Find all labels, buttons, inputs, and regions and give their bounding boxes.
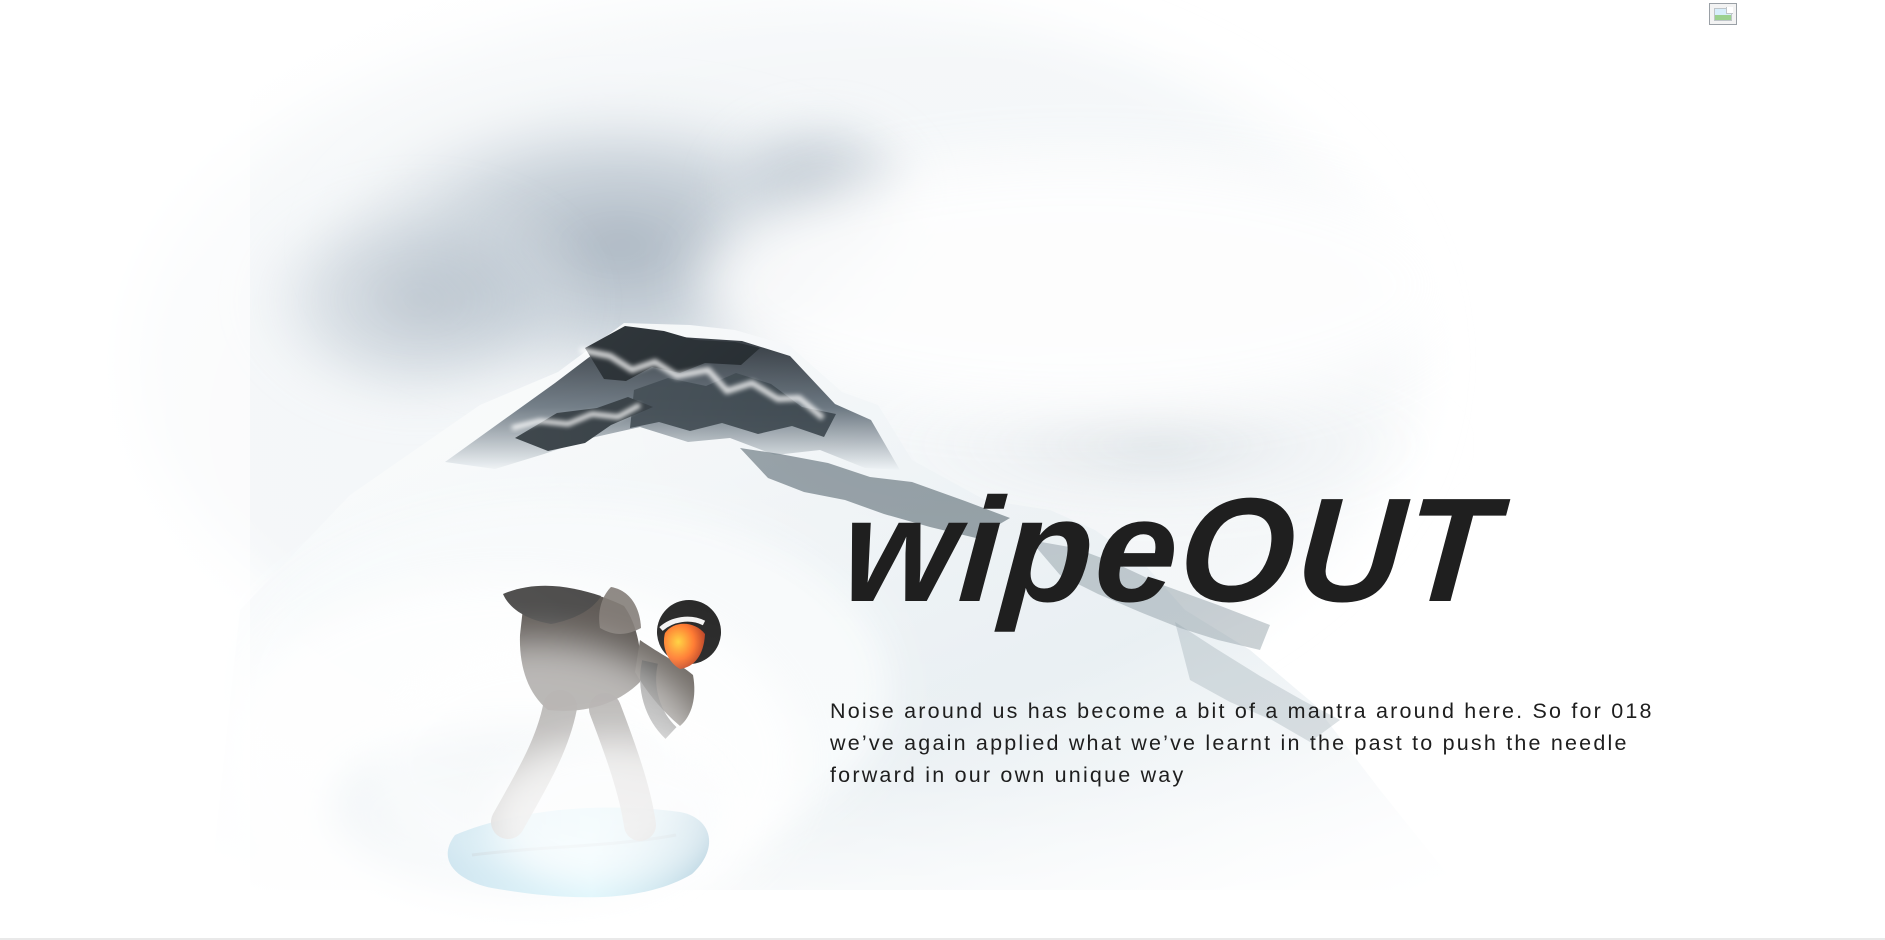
broken-image-icon — [1709, 3, 1737, 25]
page-title: wipeOUT — [837, 468, 1505, 633]
hero-page: wipeOUT Noise around us has become a bit… — [0, 0, 1885, 940]
intro-text: Noise around us has become a bit of a ma… — [830, 699, 1654, 787]
